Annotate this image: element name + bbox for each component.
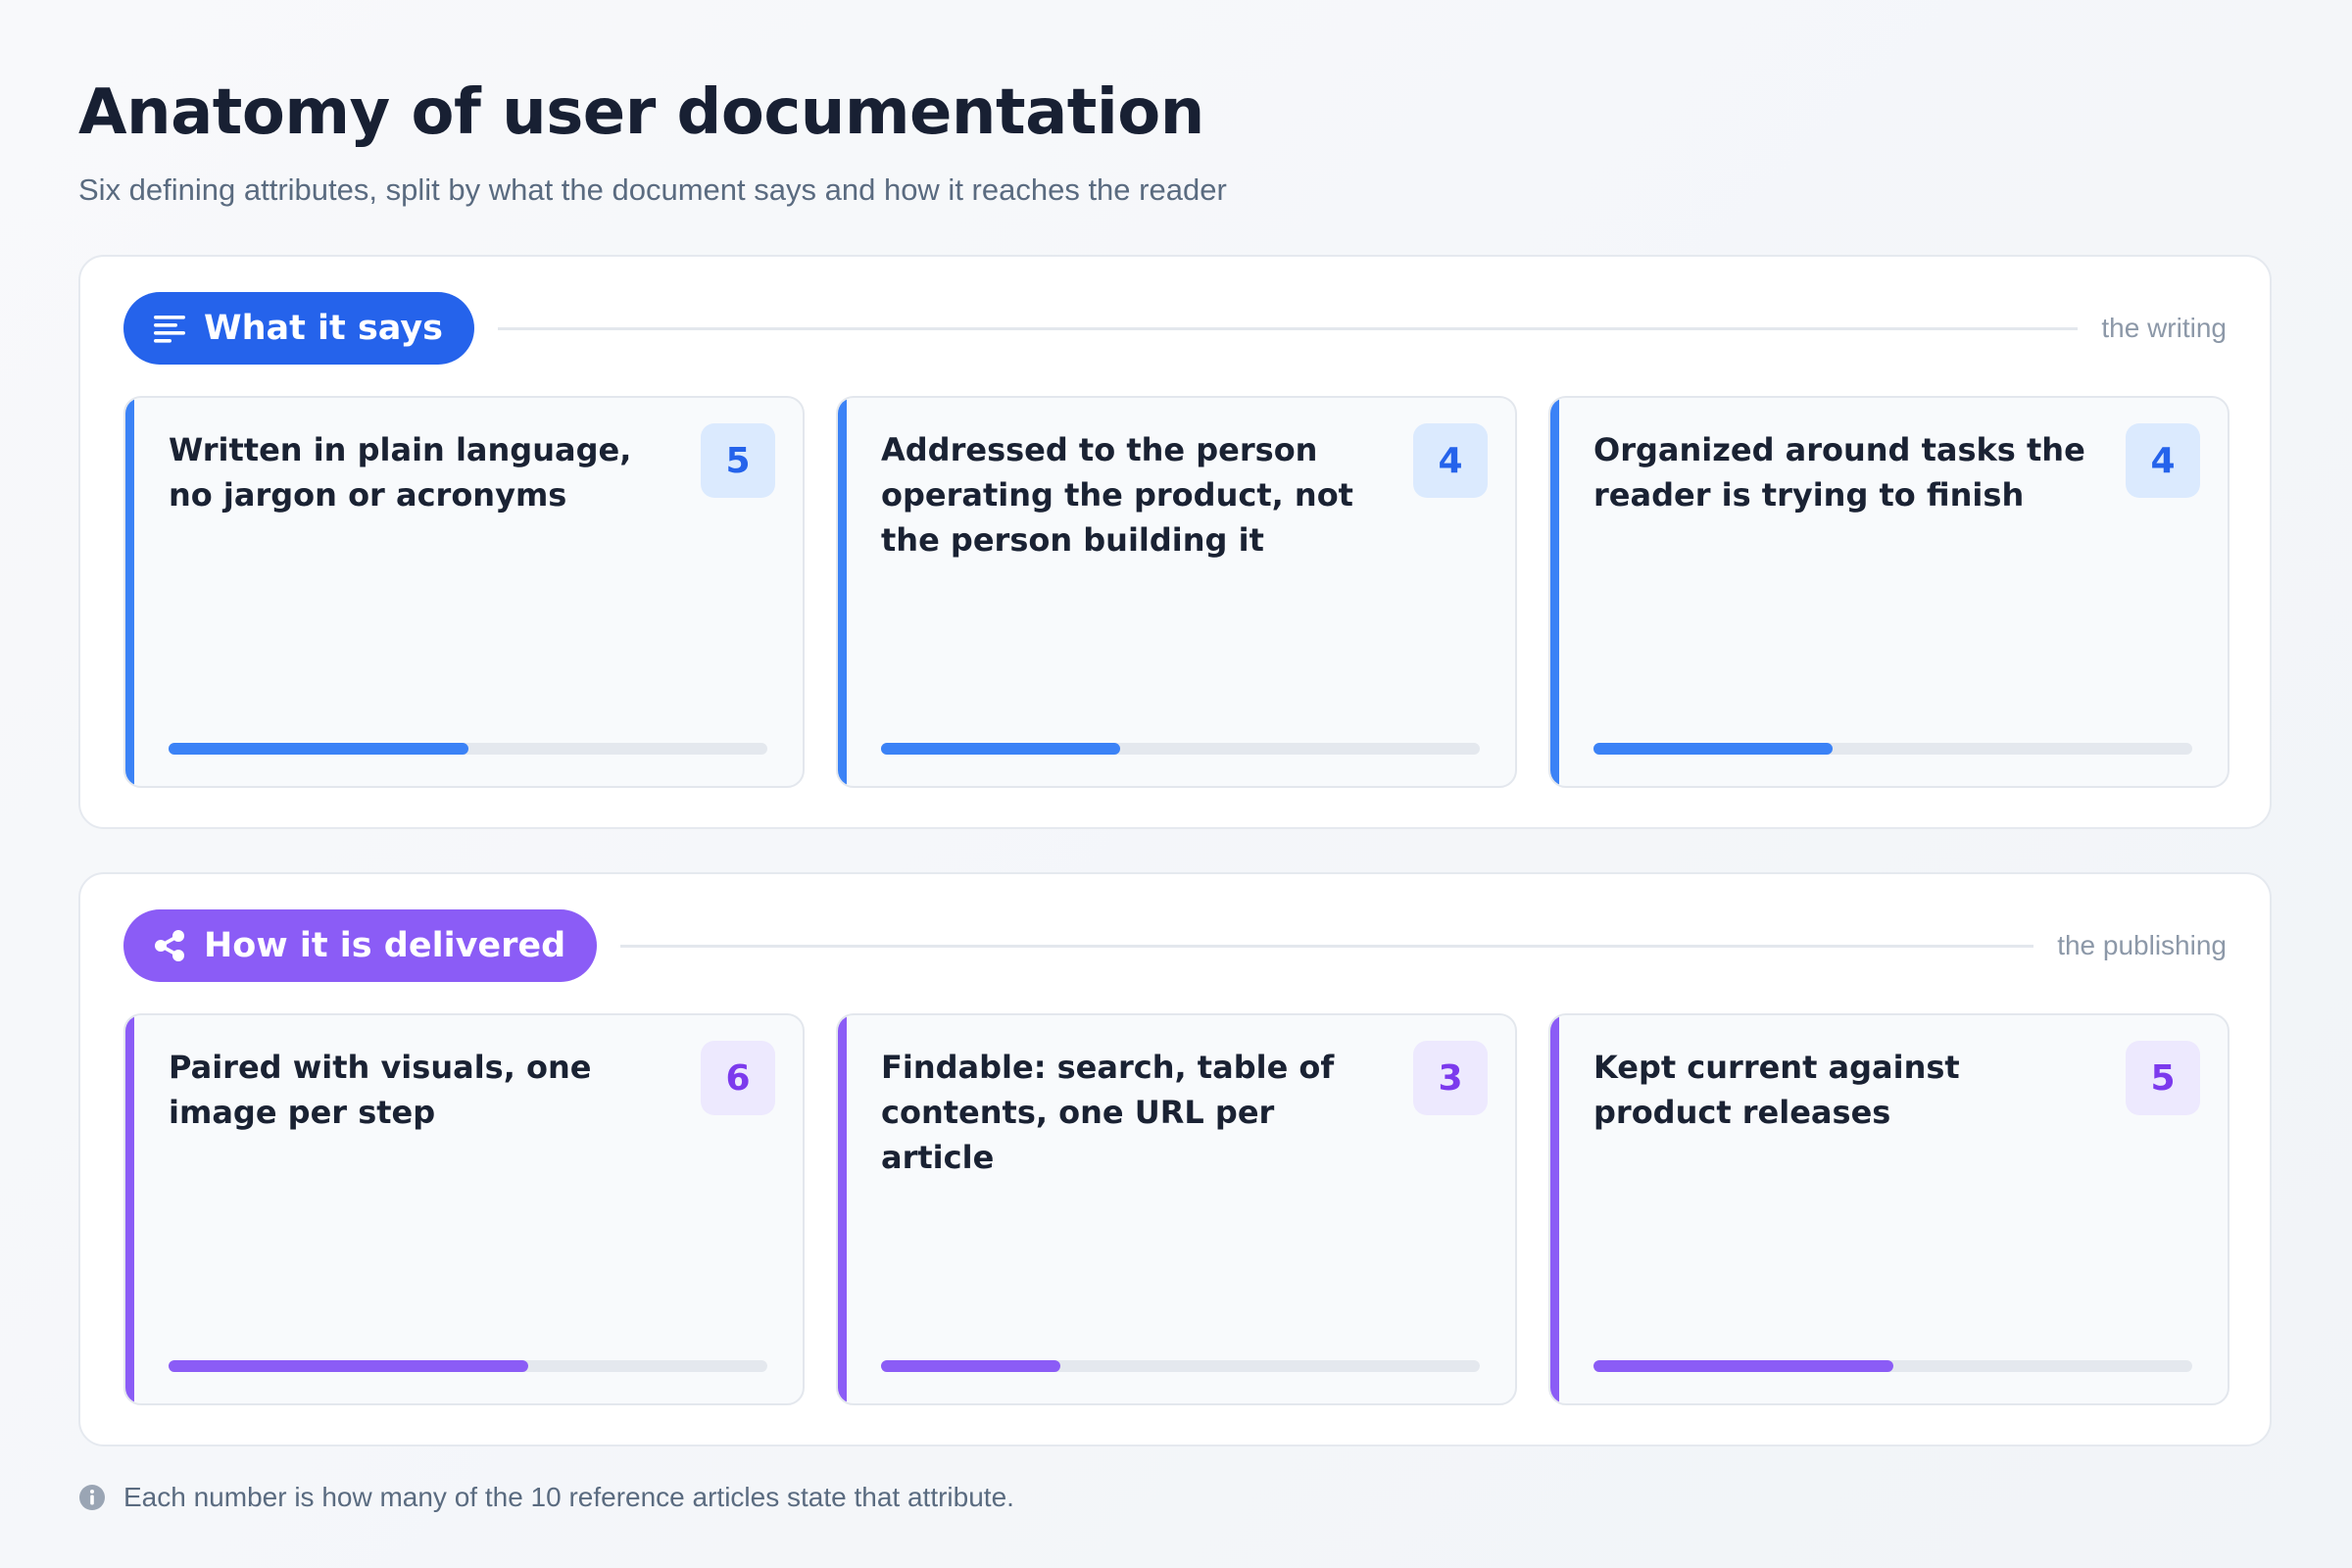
count-badge: 6 [701, 1041, 775, 1115]
section-how-it-is-delivered: How it is delivered the publishing Paire… [78, 872, 2272, 1446]
section-label: What it says [204, 309, 443, 348]
section-tag: the writing [2101, 313, 2227, 343]
section-label: How it is delivered [204, 926, 566, 965]
info-icon [79, 1485, 105, 1510]
section-pill-how-it-is-delivered: How it is delivered [123, 909, 598, 982]
text-lines-icon [154, 316, 185, 343]
progress-track [881, 1360, 1480, 1372]
card-accent [1550, 1015, 1559, 1403]
attribute-text: Paired with visuals, one image per step [169, 1049, 592, 1131]
card-accent [838, 398, 847, 786]
progress-fill [881, 1360, 1061, 1372]
progress-track [1593, 1360, 2192, 1372]
progress-track [1593, 743, 2192, 755]
progress-fill [169, 743, 468, 755]
attribute-card: Addressed to the person operating the pr… [836, 396, 1517, 788]
card-accent [838, 1015, 847, 1403]
section-tag: the publishing [2057, 930, 2227, 960]
progress-track [169, 1360, 767, 1372]
card-accent [125, 398, 134, 786]
card-accent [125, 1015, 134, 1403]
section-what-it-says: What it says the writing Written in plai… [78, 255, 2272, 829]
footnote-text: Each number is how many of the 10 refere… [123, 1482, 1014, 1512]
progress-track [169, 743, 767, 755]
footnote: Each number is how many of the 10 refere… [78, 1482, 1014, 1513]
count-badge: 4 [1413, 423, 1488, 498]
attribute-card: Organized around tasks the reader is try… [1548, 396, 2230, 788]
count-badge: 3 [1413, 1041, 1488, 1115]
card-row: Paired with visuals, one image per step … [123, 1013, 2230, 1405]
progress-fill [169, 1360, 528, 1372]
page-header: Anatomy of user documentation Six defini… [78, 69, 2274, 210]
divider [498, 326, 2079, 330]
share-icon [155, 930, 184, 961]
attribute-text: Findable: search, table of contents, one… [881, 1049, 1335, 1176]
attribute-text: Written in plain language, no jargon or … [169, 431, 632, 514]
card-accent [1550, 398, 1559, 786]
attribute-card: Kept current against product releases 5 [1548, 1013, 2230, 1405]
progress-fill [1593, 743, 1834, 755]
count-badge: 5 [2126, 1041, 2200, 1115]
attribute-text: Addressed to the person operating the pr… [881, 431, 1353, 559]
progress-fill [881, 743, 1121, 755]
divider [620, 944, 2034, 948]
card-row: Written in plain language, no jargon or … [123, 396, 2230, 788]
count-badge: 4 [2126, 423, 2200, 498]
progress-track [881, 743, 1480, 755]
attribute-text: Kept current against product releases [1593, 1049, 1960, 1131]
attribute-card: Written in plain language, no jargon or … [123, 396, 805, 788]
attribute-text: Organized around tasks the reader is try… [1593, 431, 2085, 514]
attribute-card: Paired with visuals, one image per step … [123, 1013, 805, 1405]
page-subtitle: Six defining attributes, split by what t… [78, 172, 1227, 207]
attribute-card: Findable: search, table of contents, one… [836, 1013, 1517, 1405]
section-pill-what-it-says: What it says [123, 292, 474, 365]
section-header: How it is delivered the publishing [123, 909, 2227, 982]
progress-fill [1593, 1360, 1893, 1372]
count-badge: 5 [701, 423, 775, 498]
section-header: What it says the writing [123, 292, 2227, 365]
page-title: Anatomy of user documentation [78, 76, 1204, 149]
